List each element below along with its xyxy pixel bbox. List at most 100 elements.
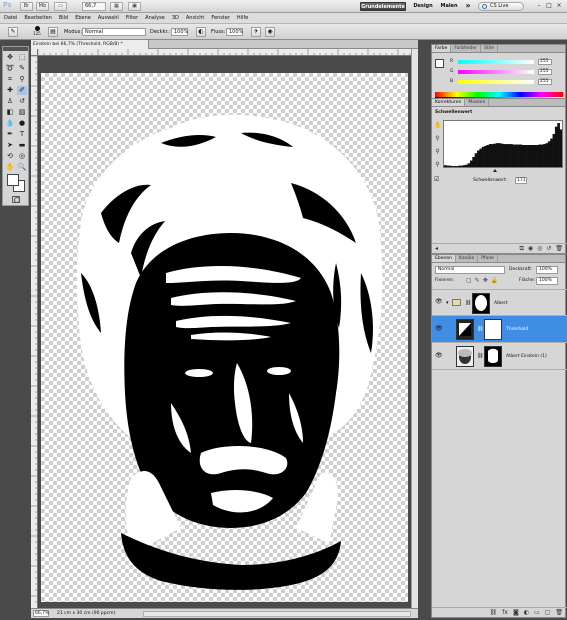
crop-tool-icon[interactable]: ⌗ (5, 75, 15, 84)
quick-mask-icon[interactable] (12, 196, 20, 203)
pen-tool-icon[interactable]: ✒ (5, 130, 15, 139)
3d-rotate-tool-icon[interactable]: ⟲ (5, 152, 15, 161)
tab-ebenen[interactable]: Ebenen (432, 255, 456, 262)
menu-datei[interactable]: Datei (4, 15, 17, 21)
workspace-design[interactable]: Design (412, 2, 434, 11)
lock-icons[interactable]: ▢✎✥🔒 (466, 277, 501, 285)
tab-kanaele[interactable]: Kanäle (456, 255, 479, 262)
menu-3d[interactable]: 3D (172, 15, 179, 21)
reset-icon[interactable]: ↺ (546, 244, 551, 253)
zoom-tool-icon[interactable]: 🔍 (17, 163, 27, 172)
previous-state-icon[interactable]: ◎ (537, 244, 542, 253)
close-button[interactable]: × (554, 2, 564, 11)
menu-auswahl[interactable]: Auswahl (98, 15, 119, 21)
layer-name[interactable]: Albert (494, 300, 508, 307)
lasso-tool-icon[interactable]: ➰ (5, 64, 15, 73)
airbrush-icon[interactable]: ✈ (251, 27, 261, 37)
menu-analyse[interactable]: Analyse (145, 15, 165, 21)
extras-icon[interactable]: ▭ (54, 2, 67, 11)
vertical-scrollbar[interactable] (411, 49, 418, 608)
eyedropper-tool-icon[interactable]: ⚲ (17, 75, 27, 84)
vertical-ruler[interactable] (31, 56, 38, 608)
workspace-grundelemente[interactable]: Grundelemente (360, 2, 406, 11)
marquee-tool-icon[interactable]: ⬚ (17, 53, 27, 62)
image-mask-thumbnail[interactable] (484, 346, 502, 367)
menu-fenster[interactable]: Fenster (211, 15, 230, 21)
type-tool-icon[interactable]: T (17, 130, 27, 139)
green-slider[interactable]: G 255 (450, 69, 565, 75)
tab-korrekturen[interactable]: Korrekturen (432, 99, 466, 106)
menu-bearbeiten[interactable]: Bearbeiten (24, 15, 51, 21)
more-workspaces-icon[interactable]: » (462, 2, 474, 11)
threshold-histogram[interactable] (443, 120, 563, 168)
pressure-opacity-icon[interactable]: ◐ (196, 27, 206, 37)
mask-link-icon[interactable]: ⛓ (477, 326, 483, 332)
horizontal-scrollbar[interactable] (143, 611, 411, 617)
quick-select-tool-icon[interactable]: ✎ (17, 64, 27, 73)
eyedropper-gray-icon[interactable]: ⚲ (434, 147, 441, 156)
flow-field[interactable]: 100% (226, 28, 243, 36)
visibility-check-icon[interactable]: ☑ (434, 176, 441, 183)
blue-slider[interactable]: B 255 (450, 79, 565, 85)
red-slider-track[interactable] (458, 60, 534, 64)
mask-link-icon[interactable]: ⛓ (477, 353, 483, 359)
minibridge-button[interactable]: Mb (36, 2, 49, 11)
link-layers-icon[interactable]: ⛓ (490, 608, 498, 617)
image-layer-thumbnail[interactable] (456, 346, 474, 367)
minimize-button[interactable]: – (534, 2, 544, 11)
tab-farbe[interactable]: Farbe (432, 45, 452, 52)
brush-tool-icon[interactable]: ✐ (17, 86, 27, 95)
red-slider[interactable]: R 255 (450, 59, 565, 65)
layer-visibility-eye-icon[interactable]: 👁 (435, 298, 443, 306)
document-canvas[interactable] (41, 73, 408, 602)
brush-panel-toggle-icon[interactable]: ▤ (48, 27, 58, 37)
mask-link-icon[interactable]: ⛓ (465, 300, 471, 306)
document-size-info[interactable]: 21 cm x 30 cm (90 ppcm) (57, 610, 115, 617)
history-brush-tool-icon[interactable]: ↺ (17, 97, 27, 106)
threshold-slider-handle[interactable] (493, 169, 497, 172)
eraser-tool-icon[interactable]: ◧ (5, 108, 15, 117)
threshold-mask-thumbnail[interactable] (484, 319, 502, 340)
hand-tool-icon[interactable]: ✋ (5, 163, 15, 172)
bridge-button[interactable]: Br (20, 2, 33, 11)
blur-tool-icon[interactable]: 💧 (5, 119, 15, 128)
menu-filter[interactable]: Filter (126, 15, 138, 21)
add-mask-icon[interactable]: ◙ (513, 608, 519, 617)
arrange-documents-icon[interactable]: ▦ (110, 2, 123, 11)
tab-farbfelder[interactable]: Farbfelder (451, 45, 482, 52)
layer-row-threshold[interactable]: 👁 ⛓ Threshold (432, 316, 567, 343)
document-tab[interactable]: Einstein bei 66,7% (Threshold, RGB/8) * (31, 40, 149, 49)
cs-live-button[interactable]: CS Live (478, 2, 524, 11)
menu-bild[interactable]: Bild (59, 15, 68, 21)
clone-stamp-tool-icon[interactable]: ♙ (5, 97, 15, 106)
brush-tool-preset-icon[interactable]: ✎ (8, 27, 18, 37)
move-tool-icon[interactable]: ✥ (5, 53, 15, 62)
threshold-adjustment-icon[interactable] (456, 319, 474, 340)
adjustment-layer-icon[interactable]: ◐ (524, 608, 529, 617)
new-group-icon[interactable]: ▭ (534, 608, 540, 617)
group-mask-thumbnail[interactable] (472, 293, 490, 314)
shape-tool-icon[interactable]: ▬ (17, 141, 27, 150)
status-zoom-field[interactable]: 66,7% (33, 610, 49, 617)
layer-row-albert[interactable]: 👁 ▾ ⛓ Albert (432, 289, 567, 316)
new-layer-icon[interactable]: ▢ (545, 608, 551, 617)
maximize-button[interactable]: □ (544, 2, 554, 11)
menu-ansicht[interactable]: Ansicht (186, 15, 204, 21)
toolbox-grip[interactable] (3, 47, 28, 51)
tab-pfade[interactable]: Pfade (478, 255, 498, 262)
menu-hilfe[interactable]: Hilfe (237, 15, 248, 21)
zoom-level-dropdown[interactable]: 66,7 (82, 2, 106, 11)
layer-visibility-eye-icon[interactable]: 👁 (435, 352, 443, 360)
opacity-field[interactable]: 100% (171, 28, 188, 36)
fill-field[interactable]: 100% (536, 277, 558, 285)
brush-size-picker[interactable]: 125 (30, 26, 44, 38)
mode-select[interactable]: Normal (82, 28, 146, 36)
layer-visibility-eye-icon[interactable]: 👁 (435, 325, 443, 333)
layer-style-icon[interactable]: fx (502, 608, 508, 617)
clip-layer-icon[interactable]: ⧉ (520, 244, 524, 253)
eyedropper-white-icon[interactable]: ⚲ (434, 160, 441, 169)
eyedropper-black-icon[interactable]: ⚲ (434, 134, 441, 143)
path-select-tool-icon[interactable]: ➤ (5, 141, 15, 150)
3d-camera-tool-icon[interactable]: ◎ (17, 152, 27, 161)
delete-layer-icon[interactable]: 🗑 (555, 608, 563, 617)
